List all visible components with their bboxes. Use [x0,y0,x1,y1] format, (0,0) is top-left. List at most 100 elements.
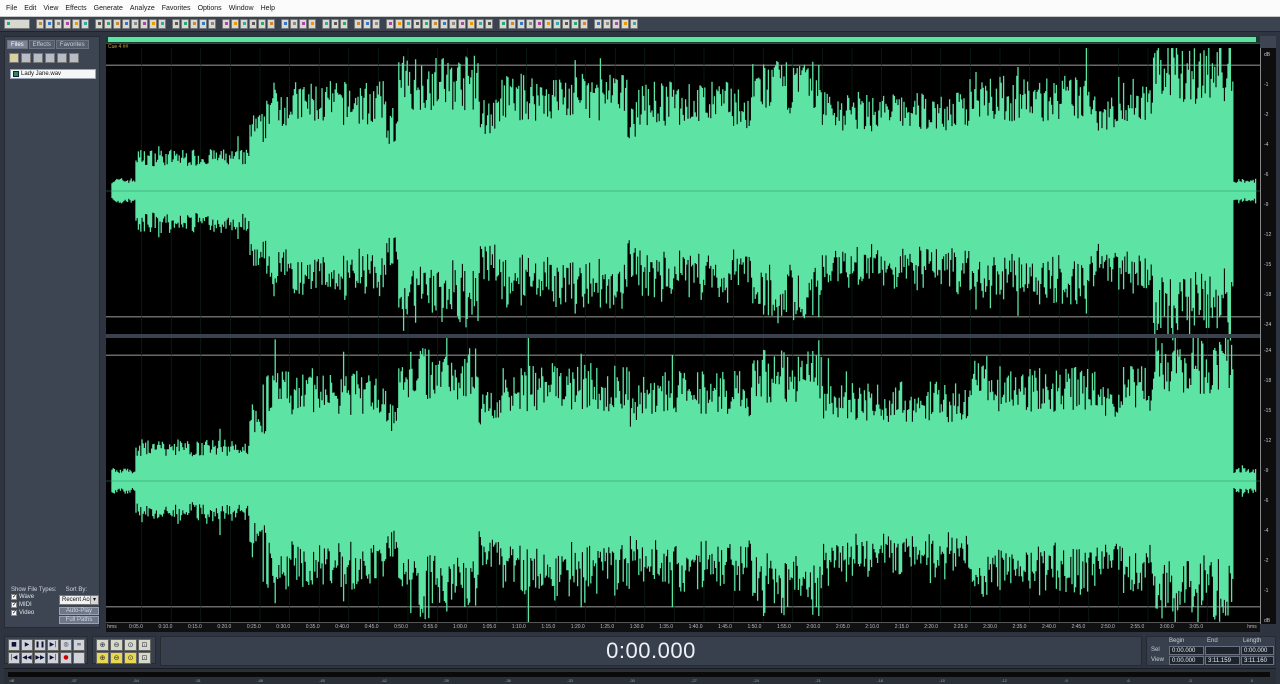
play-looped-button[interactable]: ◎ [60,639,72,651]
toolbar-button-icon[interactable] [281,19,289,29]
tab-favorites[interactable]: Favorites [55,40,89,49]
go-to-end-button[interactable]: ▶| [47,652,59,664]
menu-generate[interactable]: Generate [94,5,123,12]
toolbar-button-icon[interactable] [299,19,307,29]
toolbar-button-icon[interactable] [499,19,507,29]
toolbar-button-icon[interactable] [95,19,103,29]
menu-analyze[interactable]: Analyze [130,5,155,12]
toolbar-button-icon[interactable] [340,19,348,29]
pause-button[interactable]: ❚❚ [34,639,46,651]
view-length-field[interactable]: 3:11.160 [1241,656,1274,665]
toolbar-button-icon[interactable] [181,19,189,29]
close-file-icon[interactable] [33,53,43,63]
overview-range[interactable] [108,37,1256,42]
toolbar-button-icon[interactable] [36,19,44,29]
toolbar-button-icon[interactable] [231,19,239,29]
toolbar-button-icon[interactable] [580,19,588,29]
sel-begin-field[interactable]: 0:00.000 [1169,646,1204,655]
toolbar-button-icon[interactable] [467,19,475,29]
menu-options[interactable]: Options [198,5,222,12]
toolbar-button-icon[interactable] [630,19,638,29]
properties-icon[interactable] [69,53,79,63]
toolbar-button-icon[interactable] [517,19,525,29]
toolbar-button-icon[interactable] [222,19,230,29]
loop-button[interactable]: ∞ [73,639,85,651]
menu-file[interactable]: File [6,5,17,12]
toolbar-button-icon[interactable] [308,19,316,29]
insert-icon[interactable] [57,53,67,63]
file-list-item[interactable]: Lady Jane.wav [10,69,96,79]
toolbar-button-icon[interactable] [363,19,371,29]
stop-button[interactable]: ■ [8,639,20,651]
toolbar-button-icon[interactable] [122,19,130,29]
toolbar-button-icon[interactable] [354,19,362,29]
toolbar-button-icon[interactable] [158,19,166,29]
toolbar-button-icon[interactable] [267,19,275,29]
sort-by-select[interactable]: Recent Acc ▾ [59,595,99,605]
toolbar-button-icon[interactable] [199,19,207,29]
tab-effects[interactable]: Effects [28,40,55,49]
menu-help[interactable]: Help [261,5,275,12]
zoom-selection-icon[interactable]: ⊡ [138,639,151,651]
vertical-zoom-area[interactable] [1260,36,1276,48]
view-end-field[interactable]: 3:11.159 [1205,656,1240,665]
toolbar-button-icon[interactable] [149,19,157,29]
fast-forward-button[interactable]: ▶▶ [34,652,46,664]
view-begin-field[interactable]: 0:00.000 [1169,656,1204,665]
import-icon[interactable] [21,53,31,63]
zoom-out-horizontal-icon[interactable]: ⊖ [110,639,123,651]
auto-play-button[interactable]: Auto-Play [59,607,99,615]
toolbar-button-icon[interactable] [449,19,457,29]
zoom-left-edge-icon[interactable]: ⊙ [124,652,137,664]
toolbar-button-icon[interactable] [208,19,216,29]
open-file-icon[interactable] [9,53,19,63]
toolbar-button-icon[interactable] [240,19,248,29]
toolbar-button-icon[interactable] [594,19,602,29]
toolbar-button-icon[interactable] [45,19,53,29]
menu-favorites[interactable]: Favorites [162,5,191,12]
toolbar-button-icon[interactable] [553,19,561,29]
toolbar-button-icon[interactable] [431,19,439,29]
toolbar-button-icon[interactable] [54,19,62,29]
toolbar-button-icon[interactable] [140,19,148,29]
toolbar-button-icon[interactable] [81,19,89,29]
sel-length-field[interactable]: 0:00.000 [1241,646,1274,655]
toolbar-button-icon[interactable] [621,19,629,29]
toolbar-button-icon[interactable] [63,19,71,29]
zoom-right-edge-icon[interactable]: ⊡ [138,652,151,664]
menu-effects[interactable]: Effects [65,5,86,12]
full-paths-button[interactable]: Full Paths [59,616,99,624]
waveform-channels[interactable] [106,48,1260,624]
sel-end-field[interactable] [1205,646,1240,655]
toolbar-button-icon[interactable] [485,19,493,29]
zoom-in-horizontal-icon[interactable]: ⊕ [96,639,109,651]
record-button[interactable]: ● [60,652,72,664]
toolbar-button-icon[interactable] [190,19,198,29]
zoom-out-vertical-icon[interactable]: ⊖ [110,652,123,664]
toolbar-button-icon[interactable] [386,19,394,29]
menu-view[interactable]: View [43,5,58,12]
toolbar-button-icon[interactable] [571,19,579,29]
tab-files[interactable]: Files [7,40,28,49]
menu-window[interactable]: Window [229,5,254,12]
toolbar-button-icon[interactable] [526,19,534,29]
go-to-start-button[interactable]: |◀ [8,652,20,664]
toolbar-button-icon[interactable] [404,19,412,29]
toolbar-button-icon[interactable] [258,19,266,29]
rewind-button[interactable]: ◀◀ [21,652,33,664]
toolbar-button-icon[interactable] [440,19,448,29]
menu-edit[interactable]: Edit [24,5,36,12]
toolbar-button-icon[interactable] [4,19,30,29]
toolbar-button-icon[interactable] [131,19,139,29]
toolbar-button-icon[interactable] [508,19,516,29]
toolbar-button-icon[interactable] [72,19,80,29]
toolbar-button-icon[interactable] [476,19,484,29]
toolbar-button-icon[interactable] [249,19,257,29]
toolbar-button-icon[interactable] [290,19,298,29]
checkbox[interactable] [11,609,17,616]
zoom-full-icon[interactable]: ⊙ [124,639,137,651]
toolbar-button-icon[interactable] [413,19,421,29]
toolbar-button-icon[interactable] [104,19,112,29]
toolbar-button-icon[interactable] [603,19,611,29]
zoom-in-vertical-icon[interactable]: ⊕ [96,652,109,664]
